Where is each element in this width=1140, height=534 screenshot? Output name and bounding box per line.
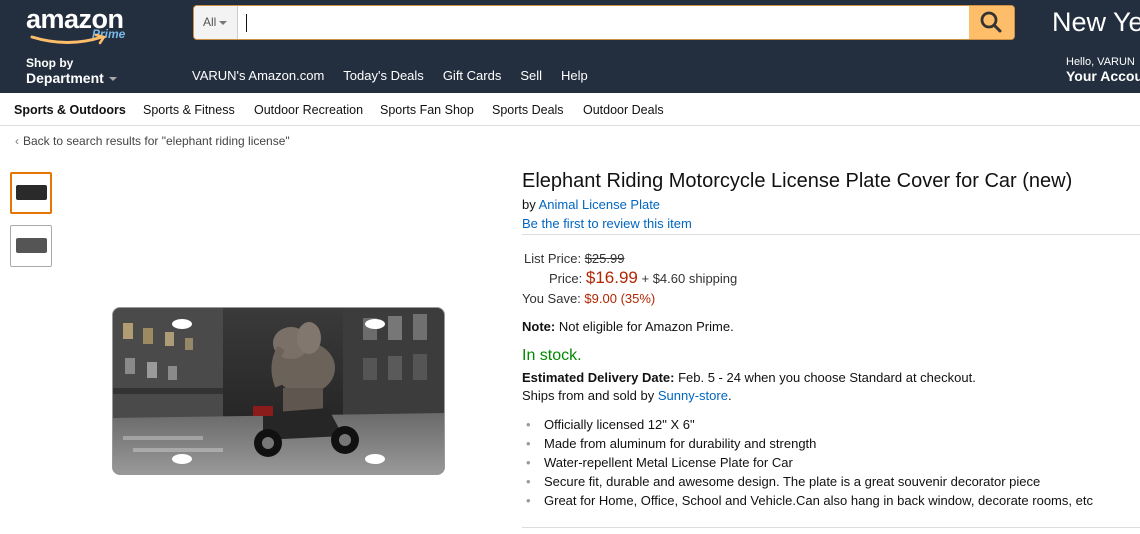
search-input[interactable] bbox=[242, 6, 968, 39]
department-label: Department bbox=[26, 70, 104, 86]
thumbnail-preview bbox=[16, 238, 47, 253]
category-subnav: Sports & Outdoors Sports & Fitness Outdo… bbox=[0, 93, 1140, 126]
account-label: Your Accou bbox=[1066, 68, 1140, 84]
you-save-label: You Save: bbox=[522, 291, 581, 306]
subnav-outdoor-recreation[interactable]: Outdoor Recreation bbox=[254, 103, 363, 117]
product-byline: by Animal License Plate bbox=[522, 197, 660, 212]
nav-link-todays-deals[interactable]: Today's Deals bbox=[343, 68, 424, 83]
thumbnail-preview bbox=[16, 185, 47, 200]
estimated-delivery: Estimated Delivery Date: Feb. 5 - 24 whe… bbox=[522, 370, 976, 385]
text-cursor bbox=[246, 14, 247, 32]
promo-banner-text[interactable]: New Ye bbox=[1052, 7, 1140, 38]
divider bbox=[522, 527, 1140, 528]
price-value: $16.99 bbox=[585, 268, 638, 287]
breadcrumb[interactable]: ‹ Back to search results for "elephant ri… bbox=[15, 134, 290, 148]
delivery-text: Feb. 5 - 24 when you choose Standard at … bbox=[678, 370, 976, 385]
chevron-left-icon: ‹ bbox=[15, 134, 19, 148]
nav-link-gift-cards[interactable]: Gift Cards bbox=[443, 68, 502, 83]
subnav-sports-deals[interactable]: Sports Deals bbox=[492, 103, 564, 117]
search-category-dropdown[interactable]: All bbox=[194, 6, 238, 39]
search-button[interactable] bbox=[969, 6, 1014, 39]
ships-from: Ships from and sold by Sunny-store. bbox=[522, 388, 732, 403]
ships-suffix: . bbox=[727, 388, 732, 403]
ships-prefix: Ships from and sold by bbox=[522, 388, 655, 403]
you-save-row: You Save: $9.00 (35%) bbox=[522, 291, 655, 306]
list-price-value: $25.99 bbox=[584, 251, 625, 266]
elephant-motorcycle-plate-image bbox=[113, 308, 444, 474]
prime-eligibility-note: Note: Not eligible for Amazon Prime. bbox=[522, 319, 734, 334]
search-icon bbox=[980, 11, 1002, 33]
list-item: Made from aluminum for durability and st… bbox=[522, 435, 1093, 454]
subnav-sports-outdoors[interactable]: Sports & Outdoors bbox=[14, 103, 126, 117]
subnav-outdoor-deals[interactable]: Outdoor Deals bbox=[583, 103, 664, 117]
you-save-value: $9.00 (35%) bbox=[584, 291, 656, 306]
shipping-cost: + $4.60 shipping bbox=[641, 271, 738, 286]
back-to-results-link[interactable]: Back to search results for "elephant rid… bbox=[23, 134, 290, 148]
price-label: Price: bbox=[549, 271, 583, 286]
nav-link-help[interactable]: Help bbox=[561, 68, 588, 83]
list-item: Secure fit, durable and awesome design. … bbox=[522, 473, 1093, 492]
shop-by-label: Shop by bbox=[26, 56, 74, 70]
list-item: Officially licensed 12" X 6" bbox=[522, 416, 1093, 435]
list-item: Great for Home, Office, School and Vehic… bbox=[522, 492, 1093, 511]
nav-link-my-amazon[interactable]: VARUN's Amazon.com bbox=[192, 68, 324, 83]
thumbnail-image-1[interactable] bbox=[10, 172, 52, 214]
primary-nav-links: VARUN's Amazon.com Today's Deals Gift Ca… bbox=[192, 68, 607, 83]
subnav-sports-fan-shop[interactable]: Sports Fan Shop bbox=[380, 103, 474, 117]
product-main-image[interactable] bbox=[112, 307, 445, 475]
thumbnail-image-2[interactable] bbox=[10, 225, 52, 267]
brand-link[interactable]: Animal License Plate bbox=[539, 197, 660, 212]
search-bar: All bbox=[193, 5, 1015, 40]
shop-by-department-menu[interactable]: Shop by Department bbox=[26, 56, 117, 86]
price-row: Price: $16.99 + $4.60 shipping bbox=[549, 268, 737, 288]
nav-link-sell[interactable]: Sell bbox=[520, 68, 542, 83]
account-greeting: Hello, VARUN bbox=[1066, 56, 1135, 68]
chevron-down-icon bbox=[108, 77, 117, 82]
byline-prefix: by bbox=[522, 197, 536, 212]
search-category-label: All bbox=[203, 15, 217, 29]
review-link-text[interactable]: Be the first to review this item bbox=[522, 216, 692, 231]
account-menu[interactable]: Hello, VARUN Your Accou bbox=[1066, 56, 1140, 84]
stock-status: In stock. bbox=[522, 347, 582, 364]
feature-bullets: Officially licensed 12" X 6" Made from a… bbox=[522, 416, 1093, 511]
review-link[interactable]: Be the first to review this item bbox=[522, 216, 692, 231]
chevron-down-icon bbox=[219, 20, 228, 25]
top-nav-bar: amazon Prime All New Ye Shop by Departme… bbox=[0, 0, 1140, 93]
smile-arrow-icon bbox=[30, 34, 107, 45]
list-price-label: List Price: bbox=[524, 251, 582, 266]
note-label: Note: bbox=[522, 319, 556, 334]
seller-link[interactable]: Sunny-store bbox=[658, 388, 728, 403]
divider bbox=[522, 234, 1140, 235]
product-title: Elephant Riding Motorcycle License Plate… bbox=[522, 170, 1073, 192]
subnav-sports-fitness[interactable]: Sports & Fitness bbox=[143, 103, 235, 117]
list-price-row: List Price: $25.99 bbox=[524, 251, 624, 266]
list-item: Water-repellent Metal License Plate for … bbox=[522, 454, 1093, 473]
note-text: Not eligible for Amazon Prime. bbox=[558, 319, 734, 334]
amazon-prime-logo[interactable]: amazon Prime bbox=[26, 4, 136, 48]
delivery-label: Estimated Delivery Date: bbox=[522, 370, 675, 385]
